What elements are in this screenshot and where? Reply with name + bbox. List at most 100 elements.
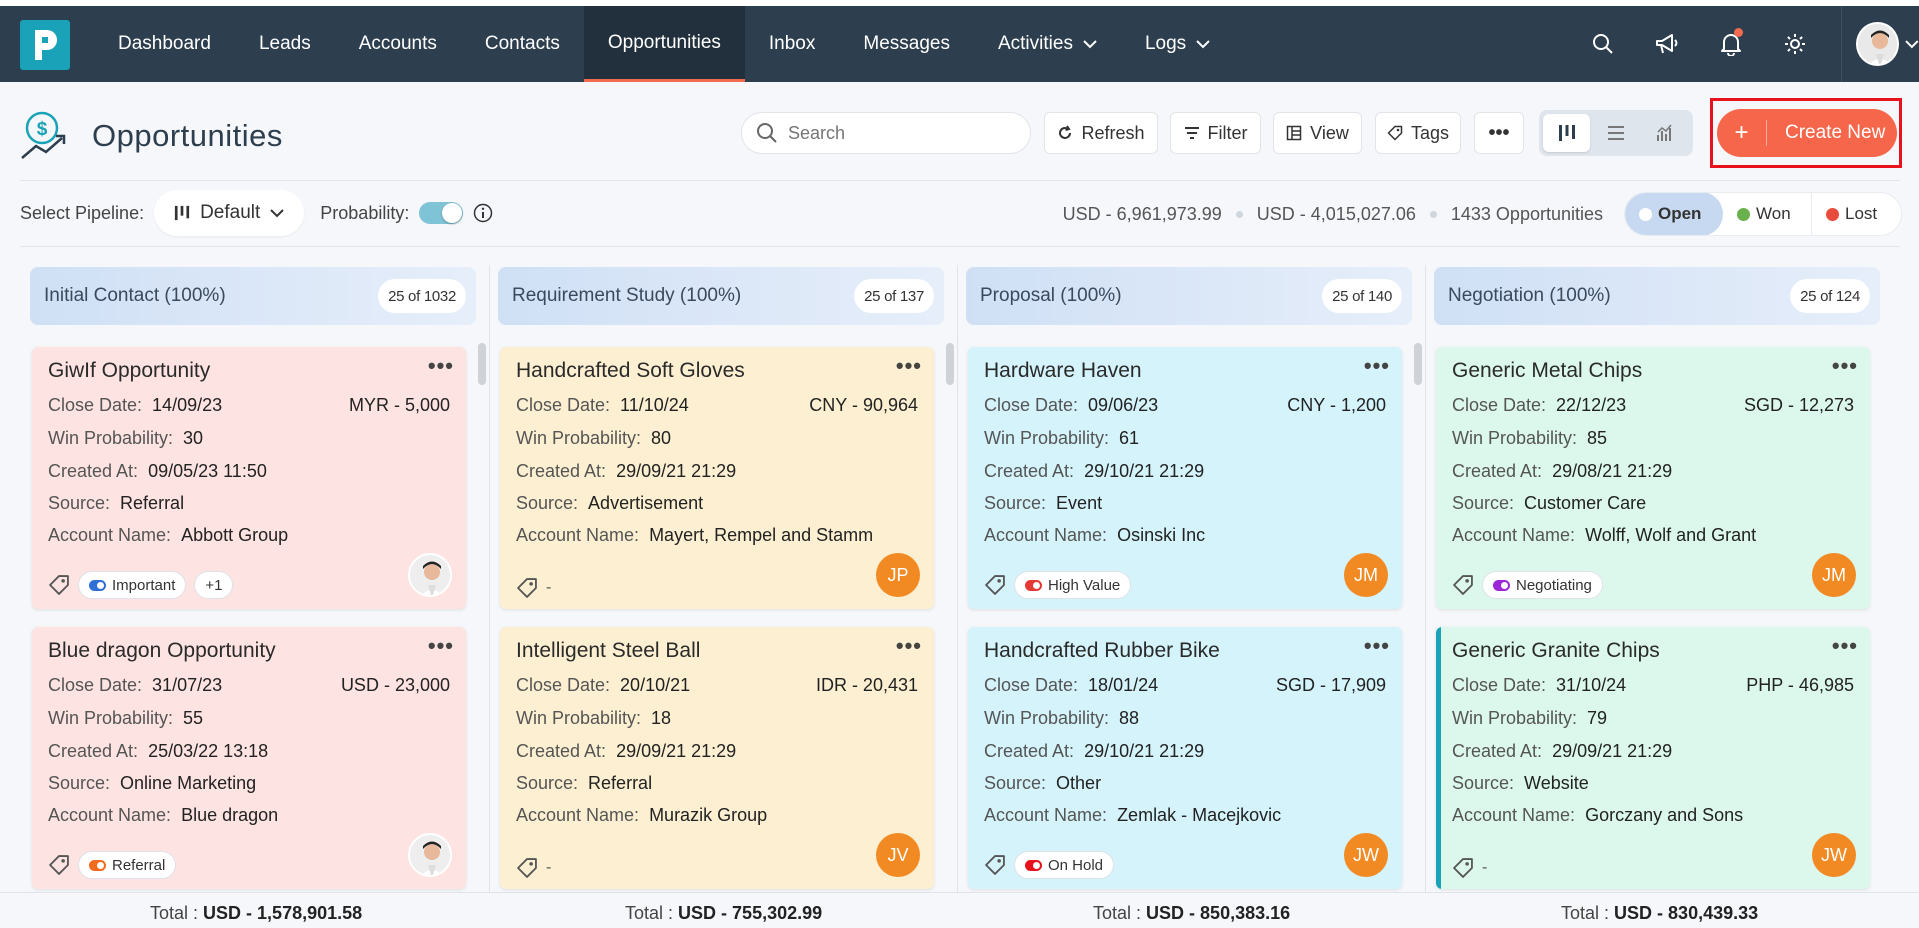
close-date: 22/12/23 <box>1556 395 1627 415</box>
field-label: Source: <box>516 773 579 793</box>
account-name[interactable]: Mayert, Rempel and Stamm <box>649 525 873 545</box>
search-input[interactable] <box>788 122 1008 144</box>
opportunity-card[interactable]: GiwIf Opportunity ••• Close Date: 14/09/2… <box>32 347 466 609</box>
pipeline-select[interactable]: Default <box>154 190 305 236</box>
column-scrollbar[interactable] <box>946 343 954 385</box>
source: Advertisement <box>588 493 704 513</box>
opportunity-card[interactable]: Handcrafted Soft Gloves ••• Close Date: 1… <box>500 347 934 609</box>
card-menu-icon[interactable]: ••• <box>1364 353 1390 379</box>
app-logo[interactable] <box>20 20 70 70</box>
nav-inbox[interactable]: Inbox <box>745 6 839 82</box>
card-menu-icon[interactable]: ••• <box>428 353 454 379</box>
account-name[interactable]: Gorczany and Sons <box>1585 805 1743 825</box>
nav-messages[interactable]: Messages <box>839 6 974 82</box>
nav-dashboard[interactable]: Dashboard <box>94 6 235 82</box>
tag-chip[interactable]: Important <box>78 571 187 599</box>
tag-icon[interactable] <box>1452 574 1474 596</box>
kanban-view-button[interactable] <box>1543 114 1591 152</box>
opportunity-card[interactable]: Blue dragon Opportunity ••• Close Date: 3… <box>32 627 466 889</box>
nav-opportunities[interactable]: Opportunities <box>583 6 745 82</box>
create-new-button[interactable]: + Create New <box>1717 109 1897 157</box>
view-button[interactable]: View <box>1273 112 1362 154</box>
search-box[interactable] <box>741 112 1031 154</box>
tag-chip[interactable]: High Value <box>1014 571 1132 599</box>
nav-contacts[interactable]: Contacts <box>461 6 584 82</box>
nav-leads[interactable]: Leads <box>235 6 335 82</box>
created-row: Created At: 29/10/21 21:29 <box>984 735 1386 767</box>
owner-avatar[interactable]: JW <box>1344 833 1388 877</box>
column-scrollbar[interactable] <box>1414 343 1422 385</box>
opportunity-card[interactable]: Generic Granite Chips ••• Close Date: 31/… <box>1436 627 1870 889</box>
tags-button[interactable]: Tags <box>1375 112 1461 154</box>
owner-avatar[interactable]: JV <box>876 833 920 877</box>
user-photo-icon <box>1858 24 1898 64</box>
card-menu-icon[interactable]: ••• <box>896 633 922 659</box>
tag-icon[interactable] <box>984 574 1006 596</box>
more-tags-chip[interactable]: +1 <box>194 571 234 599</box>
settings-button[interactable] <box>1763 6 1827 82</box>
tag-chip[interactable]: Negotiating <box>1482 571 1603 599</box>
opportunity-card[interactable]: Intelligent Steel Ball ••• Close Date: 20… <box>500 627 934 889</box>
owner-avatar[interactable]: JP <box>876 553 920 597</box>
announcements-button[interactable] <box>1635 6 1699 82</box>
column-scrollbar[interactable] <box>478 343 486 385</box>
account-name[interactable]: Zemlak - Macejkovic <box>1117 805 1281 825</box>
account-name[interactable]: Blue dragon <box>181 805 278 825</box>
global-search-button[interactable] <box>1571 6 1635 82</box>
more-options-button[interactable]: ••• <box>1474 112 1524 154</box>
card-menu-icon[interactable]: ••• <box>896 353 922 379</box>
owner-avatar[interactable] <box>408 553 452 597</box>
card-menu-icon[interactable]: ••• <box>428 633 454 659</box>
tag-icon[interactable] <box>516 577 538 599</box>
account-name[interactable]: Murazik Group <box>649 805 767 825</box>
field-label: Win Probability: <box>48 708 174 728</box>
info-icon[interactable] <box>473 203 493 223</box>
opportunity-card[interactable]: Generic Metal Chips ••• Close Date: 22/12… <box>1436 347 1870 609</box>
status-won-label: Won <box>1756 204 1791 223</box>
status-lost-button[interactable]: Lost <box>1811 193 1899 235</box>
opportunity-card[interactable]: Hardware Haven ••• Close Date: 09/06/23 CN… <box>968 347 1402 609</box>
owner-avatar[interactable]: JM <box>1344 553 1388 597</box>
card-title: Hardware Haven <box>984 359 1142 382</box>
nav-accounts[interactable]: Accounts <box>335 6 461 82</box>
probability-toggle[interactable] <box>419 202 464 224</box>
tag-icon[interactable] <box>48 854 70 876</box>
tag-chip[interactable]: Referral <box>78 851 177 879</box>
source: Event <box>1056 493 1103 513</box>
chart-view-button[interactable] <box>1642 114 1689 152</box>
account-row: Account Name: Murazik Group <box>516 799 918 831</box>
filter-button[interactable]: Filter <box>1170 112 1261 154</box>
card-menu-icon[interactable]: ••• <box>1832 633 1858 659</box>
nav-label: Activities <box>997 33 1073 54</box>
status-won-button[interactable]: Won <box>1723 193 1811 235</box>
opportunity-card[interactable]: Handcrafted Rubber Bike ••• Close Date: 1… <box>968 627 1402 889</box>
list-view-button[interactable] <box>1592 114 1639 152</box>
toggle-knob <box>442 203 463 223</box>
owner-avatar[interactable]: JM <box>1812 553 1856 597</box>
account-name[interactable]: Abbott Group <box>181 525 288 545</box>
status-open-button[interactable]: Open <box>1625 193 1723 235</box>
field-label: Created At: <box>1452 741 1543 761</box>
field-label: Close Date: <box>516 675 611 695</box>
user-profile-menu[interactable] <box>1841 6 1919 82</box>
tag-icon[interactable] <box>1452 857 1474 879</box>
account-name[interactable]: Wolff, Wolf and Grant <box>1585 525 1756 545</box>
tag-icon[interactable] <box>984 854 1006 876</box>
card-menu-icon[interactable]: ••• <box>1364 633 1390 659</box>
nav-logs[interactable]: Logs <box>1121 6 1234 82</box>
source-row: Source: Customer Care <box>1452 487 1854 519</box>
tag-icon[interactable] <box>516 857 538 879</box>
created-row: Created At: 29/10/21 21:29 <box>984 455 1386 487</box>
account-name[interactable]: Osinski Inc <box>1117 525 1205 545</box>
close-date: 31/10/24 <box>1556 675 1627 695</box>
field-label: Account Name: <box>1452 805 1576 825</box>
card-menu-icon[interactable]: ••• <box>1832 353 1858 379</box>
owner-avatar[interactable]: JW <box>1812 833 1856 877</box>
nav-activities[interactable]: Activities <box>974 6 1121 82</box>
notifications-button[interactable] <box>1699 6 1763 82</box>
refresh-button[interactable]: Refresh <box>1044 112 1158 154</box>
tag-chip[interactable]: On Hold <box>1014 851 1115 879</box>
account-row: Account Name: Osinski Inc <box>984 519 1386 551</box>
tag-icon[interactable] <box>48 574 70 596</box>
owner-avatar[interactable] <box>408 833 452 877</box>
